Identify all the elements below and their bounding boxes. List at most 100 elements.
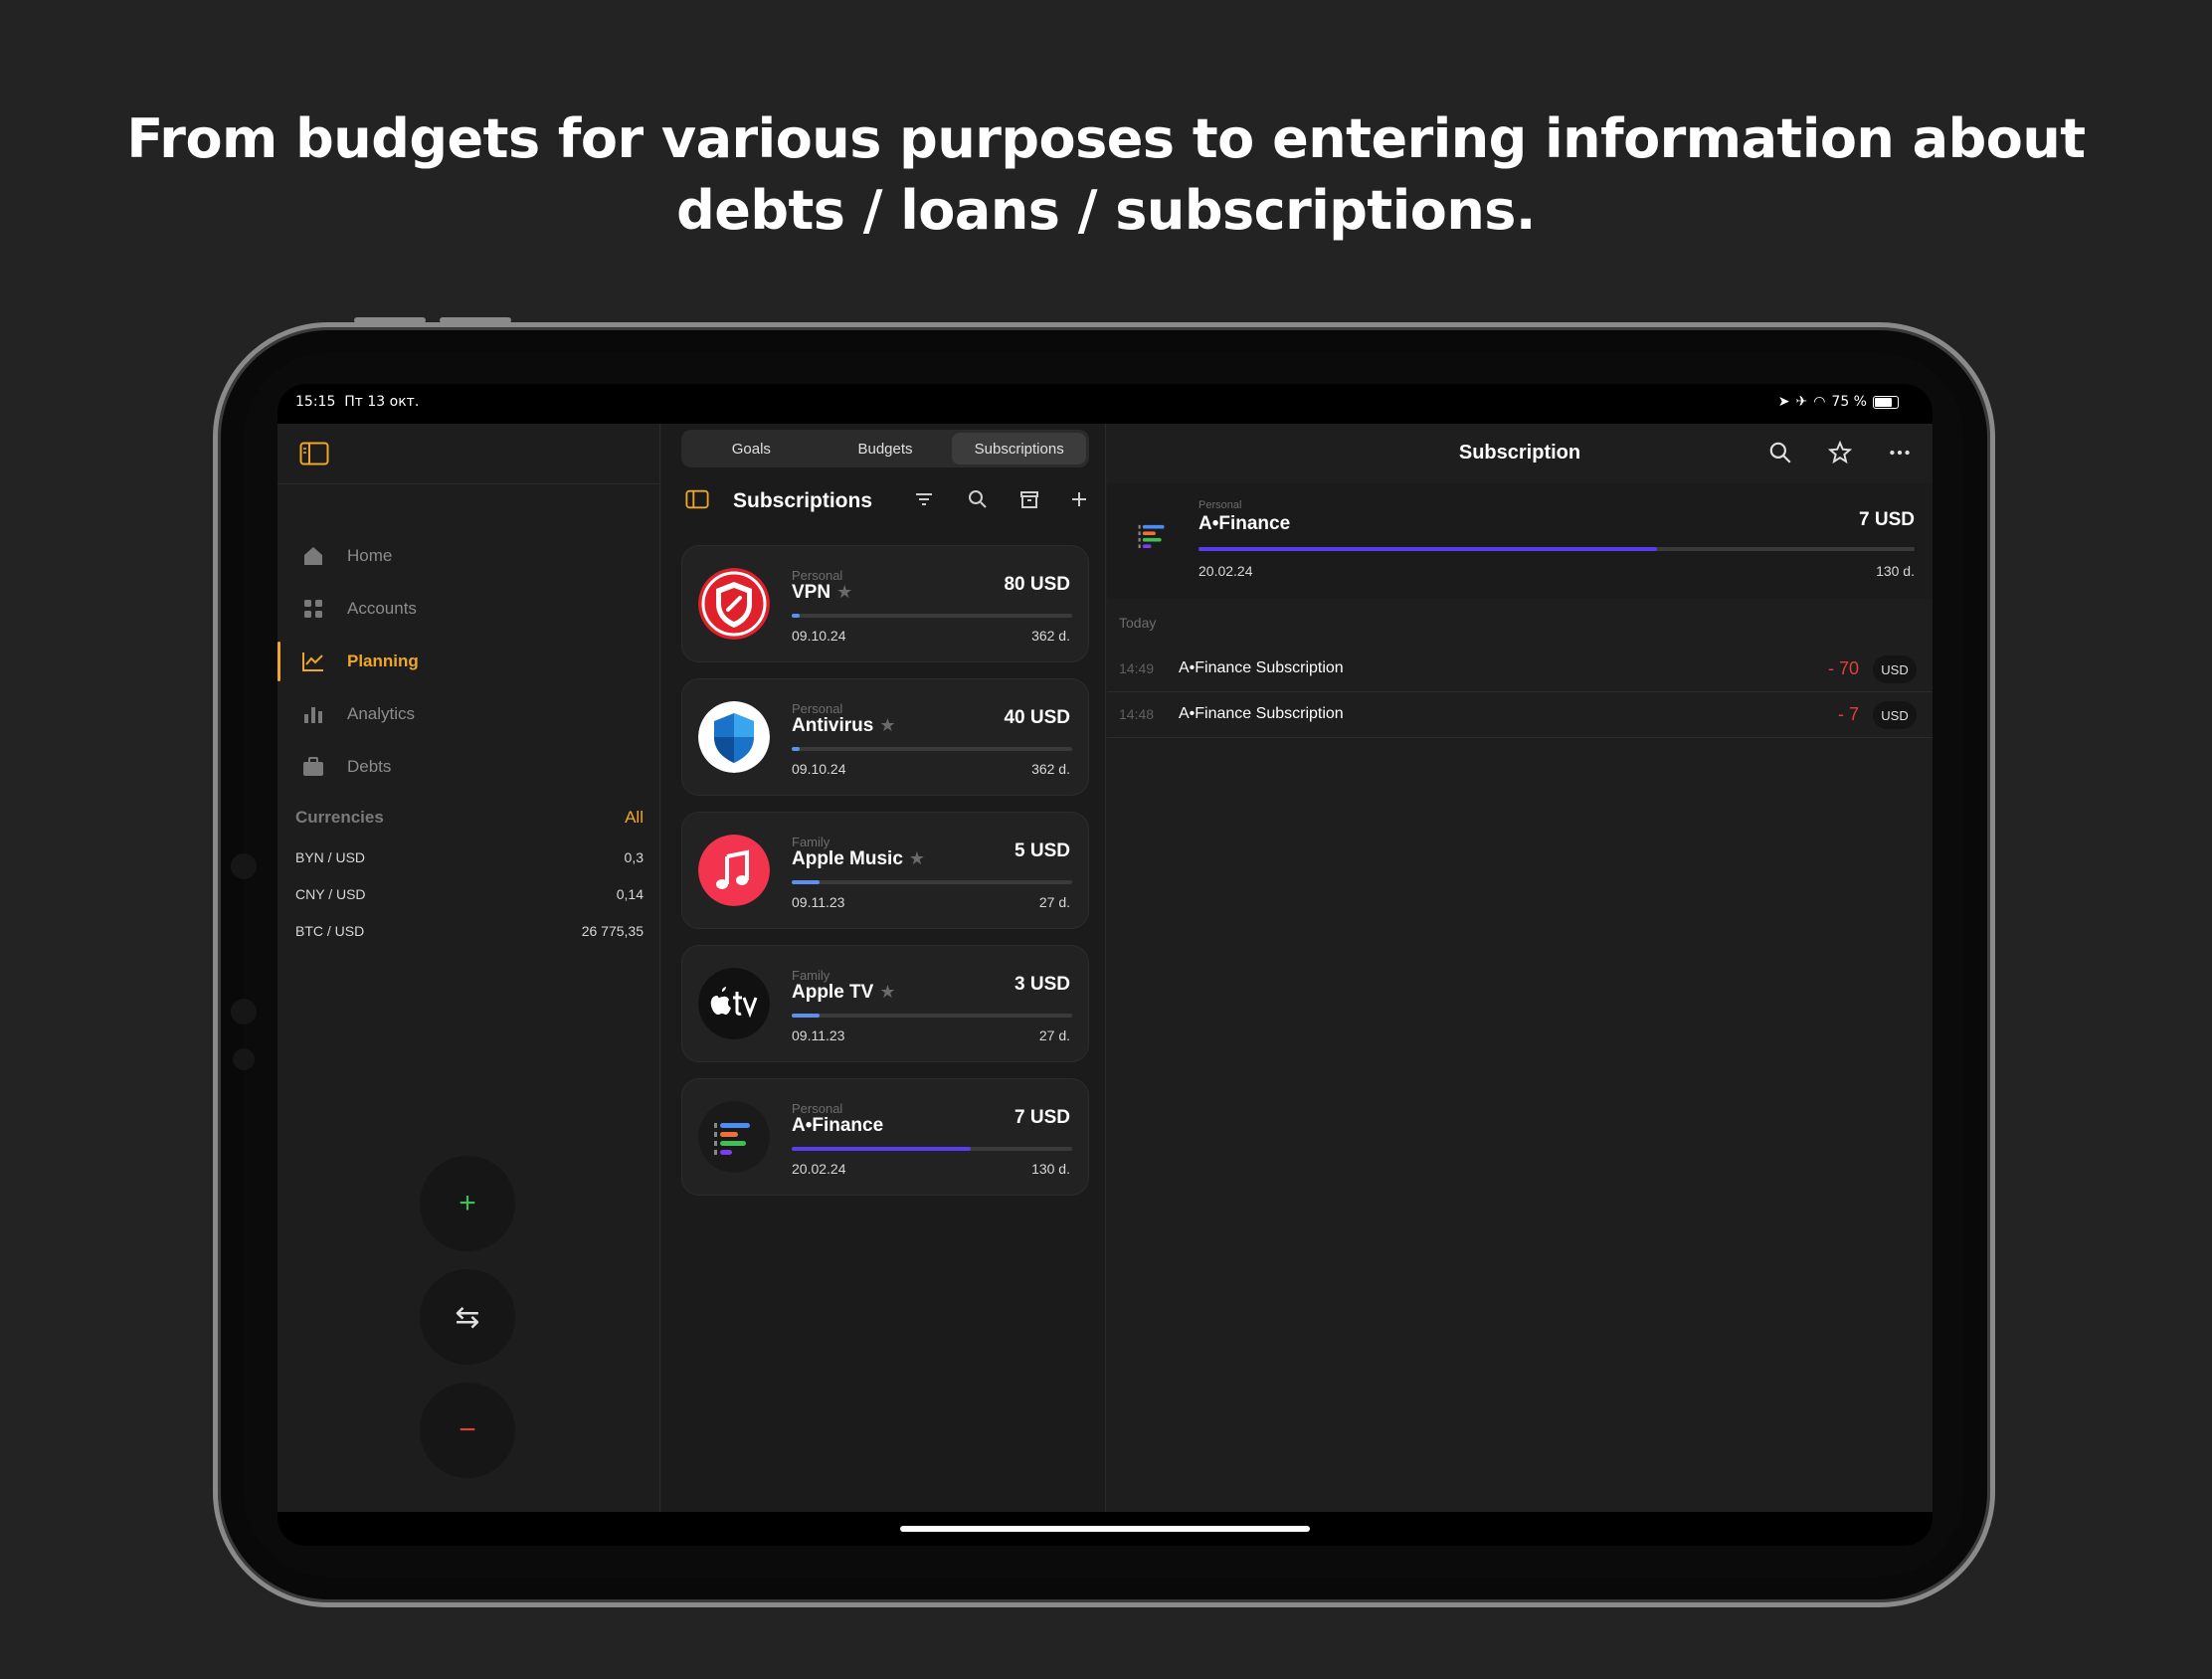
status-indicators: ➤ ✈ ◠ 75 % [1778,394,1899,410]
star-icon[interactable]: ★ [879,715,895,735]
sidebar-item-debts[interactable]: Debts [277,740,660,793]
add-expense-button[interactable]: − [420,1383,515,1478]
shield-icon [698,568,770,640]
a-finance-icon [698,1101,770,1173]
subscription-name: Antivirus ★ [792,715,896,736]
camera-dot [233,1048,255,1070]
antivirus-logo [698,701,770,773]
filter-icon[interactable] [912,487,936,511]
progress-fill [792,614,801,618]
detail-summary: Personal A•Finance 7 USD 20.02.24 130 d. [1107,483,1933,599]
location-icon: ➤ [1777,394,1790,410]
more-icon[interactable] [1887,440,1913,466]
ipad-screen: 15:15 Пт 13 окт. ➤ ✈ ◠ 75 % Home Account… [277,384,1933,1546]
currency-row[interactable]: BTC / USD 26 775,35 [295,923,644,939]
detail-amount: 7 USD [1859,509,1915,530]
subscription-card-apple-music[interactable]: Family Apple Music ★ 5 USD 09.11.23 27 d. [681,812,1089,929]
headline: From budgets for various purposes to ent… [0,103,2212,247]
star-icon[interactable]: ★ [879,982,895,1002]
detail-group: Personal [1198,499,1242,511]
currency-badge: USD [1873,655,1917,683]
camera-dot [231,999,257,1025]
headline-line-1: From budgets for various purposes to ent… [126,107,2086,170]
subscription-date: 09.10.24 [792,628,846,644]
sidebar-item-planning[interactable]: Planning [277,635,660,687]
tab-subscriptions[interactable]: Subscriptions [952,433,1087,465]
search-icon[interactable] [966,487,990,511]
sidebar-toggle-icon[interactable] [299,442,329,466]
sidebar-nav: Home Accounts Planning Analytics Debts [277,529,660,793]
briefcase-icon [303,757,323,776]
a-finance-logo [698,1101,770,1173]
tab-goals[interactable]: Goals [684,433,819,465]
apple-tv-icon [698,968,770,1039]
add-income-button[interactable]: + [420,1156,515,1251]
progress-fill [792,880,821,884]
currency-row[interactable]: CNY / USD 0,14 [295,886,644,902]
transaction-row[interactable]: 14:49 A•Finance Subscription - 70 USD [1107,647,1933,692]
sidebar-item-home[interactable]: Home [277,529,660,582]
bottom-bar [277,1512,1933,1546]
transaction-row[interactable]: 14:48 A•Finance Subscription - 7 USD [1107,692,1933,738]
subscription-date: 09.11.23 [792,894,845,910]
subscription-amount: 7 USD [1014,1107,1070,1128]
headline-line-2: debts / loans / subscriptions. [676,179,1536,242]
transfer-button[interactable]: ⇆ [420,1269,515,1365]
star-icon[interactable]: ★ [836,582,852,602]
subscription-date: 09.10.24 [792,761,846,777]
divider [277,483,660,484]
subscription-days-left: 362 d. [1031,628,1070,644]
subscription-card-antivirus[interactable]: Personal Antivirus ★ 40 USD 09.10.24 362 … [681,678,1089,796]
status-time-date: 15:15 Пт 13 окт. [295,394,420,410]
subscription-date: 20.02.24 [792,1161,846,1177]
subscription-amount: 3 USD [1014,974,1070,995]
archive-icon[interactable] [1017,487,1041,511]
list-title: Subscriptions [733,489,873,512]
detail-title: Subscription [1458,442,1581,464]
sidebar-item-analytics[interactable]: Analytics [277,687,660,740]
detail-progress [1198,547,1915,551]
subscription-progress [792,880,1072,884]
detail-date: 20.02.24 [1198,563,1253,579]
apple-tv-logo [698,968,770,1039]
subscription-amount: 80 USD [1004,574,1070,595]
subscription-amount: 40 USD [1004,707,1070,728]
status-bar: 15:15 Пт 13 окт. ➤ ✈ ◠ 75 % [277,384,1933,424]
subscription-name: Apple TV ★ [792,982,896,1003]
search-icon[interactable] [1767,440,1793,466]
home-icon [304,547,322,565]
subscription-amount: 5 USD [1014,840,1070,861]
subscription-progress [792,747,1072,751]
battery-icon [1873,395,1899,409]
progress-fill [792,747,801,751]
list-header: Subscriptions [681,483,1089,517]
apple-music-logo [698,835,770,906]
camera-dot [231,853,257,879]
transaction-amount: - 7 [1837,704,1859,724]
home-indicator[interactable] [900,1526,1310,1532]
shield-icon [698,701,770,773]
chart-line-icon [302,653,323,671]
detail-days-left: 130 d. [1876,563,1915,579]
subscription-card-vpn[interactable]: Personal VPN ★ 80 USD 09.10.24 362 d. [681,545,1089,662]
currencies-all-link[interactable]: All [625,808,644,828]
subscription-days-left: 27 d. [1038,894,1070,910]
subscription-card-a-finance[interactable]: Personal A•Finance 7 USD 20.02.24 130 d. [681,1078,1089,1196]
transaction-time: 14:48 [1119,706,1155,722]
music-note-icon [698,835,770,906]
planning-segmented-control: Goals Budgets Subscriptions [681,430,1089,467]
currency-row[interactable]: BYN / USD 0,3 [295,849,644,865]
tab-budgets[interactable]: Budgets [819,433,953,465]
subscription-group: Personal [792,701,843,716]
star-icon[interactable] [1827,440,1853,466]
subscription-progress [792,1014,1072,1018]
subscription-detail-panel: Subscription Personal A•Finance 7 USD 20… [1107,424,1933,1512]
panel-toggle-icon[interactable] [685,487,709,511]
star-icon[interactable]: ★ [909,848,925,868]
subscription-name: VPN ★ [792,582,853,603]
subscription-progress [792,1147,1072,1151]
plus-icon[interactable] [1067,487,1091,511]
subscription-group: Family [792,835,830,849]
sidebar-item-accounts[interactable]: Accounts [277,582,660,635]
subscription-card-apple-tv[interactable]: Family Apple TV ★ 3 USD 09.11.23 27 d. [681,945,1089,1062]
